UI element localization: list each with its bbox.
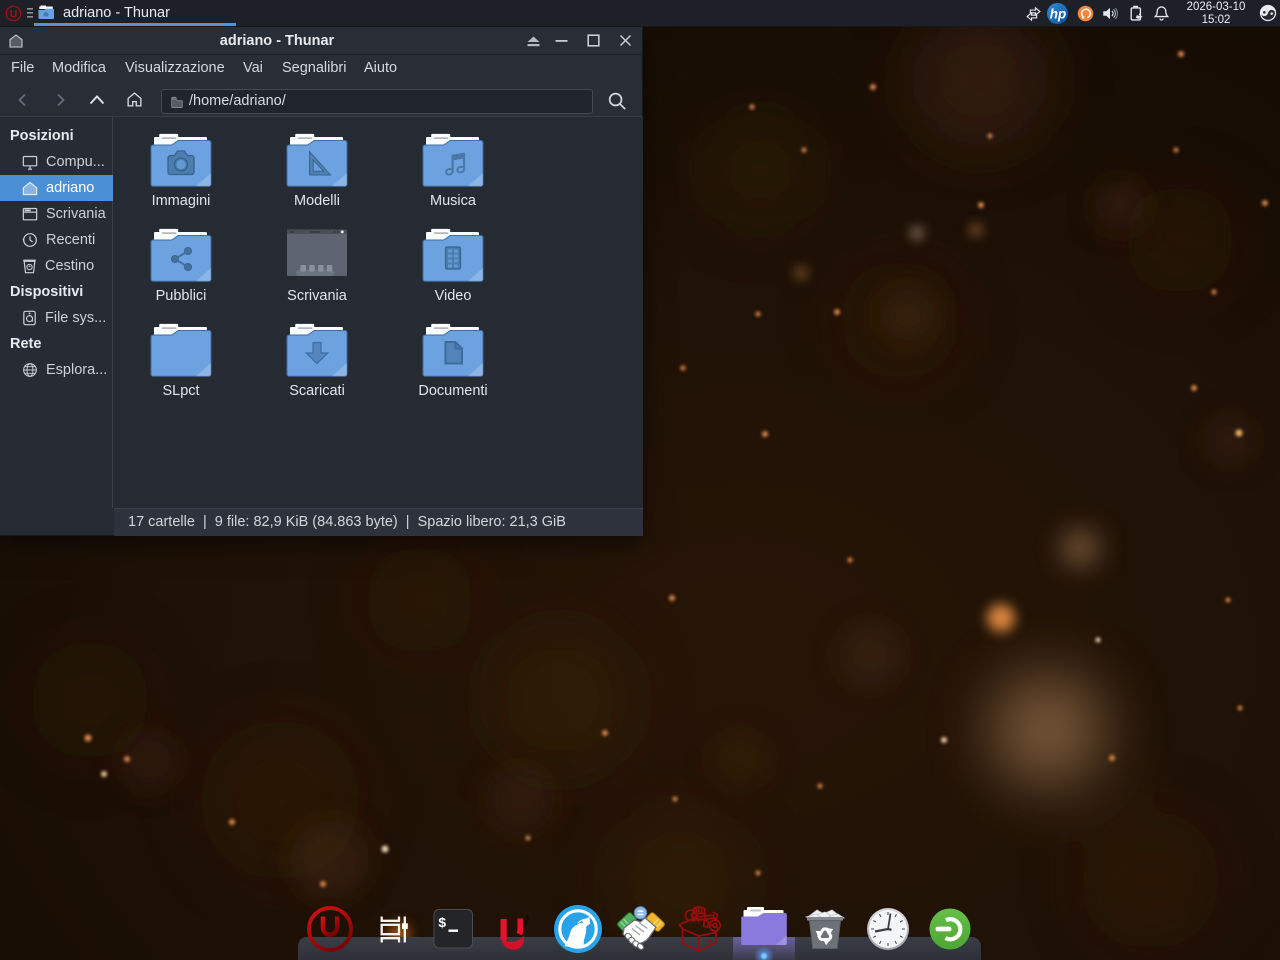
svg-text:$: $ — [438, 916, 446, 932]
svg-text:hp: hp — [1050, 6, 1066, 21]
